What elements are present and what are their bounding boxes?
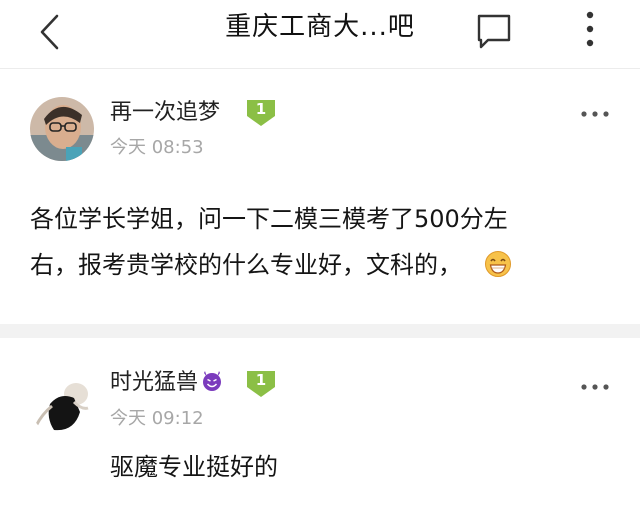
smiling-devil-emoji-icon	[203, 371, 222, 391]
more-options-button[interactable]	[570, 8, 610, 50]
post-content: 驱魔专业挺好的	[110, 453, 278, 481]
page-title: 重庆工商大...吧	[225, 12, 415, 42]
username-text: 时光猛兽	[110, 370, 199, 395]
grinning-face-emoji-icon	[484, 251, 511, 277]
level-badge: 1	[244, 97, 278, 127]
avatar[interactable]	[30, 97, 94, 161]
horizontal-dots-icon	[581, 384, 609, 390]
post-divider	[0, 324, 640, 338]
post-more-button[interactable]	[580, 378, 610, 390]
user-avatar-image	[30, 372, 94, 436]
comment-icon	[477, 14, 511, 49]
post-more-button[interactable]	[580, 105, 610, 117]
username[interactable]: 再一次追梦	[110, 99, 220, 127]
post-item: 再一次追梦 1 今天 08:53 各位学长学姐，问一下二模三模考了500分左 右…	[0, 69, 640, 324]
post-content: 各位学长学姐，问一下二模三模考了500分左 右，报考贵学校的什么专业好，文科的，	[30, 196, 620, 288]
user-avatar-image	[30, 97, 94, 161]
level-badge: 1	[244, 368, 278, 398]
post-content-line: 右，报考贵学校的什么专业好，文科的，	[30, 242, 620, 288]
reply-button[interactable]	[474, 10, 514, 50]
level-number: 1	[255, 371, 267, 389]
vertical-dots-icon	[586, 11, 594, 47]
top-bar: 重庆工商大...吧	[0, 0, 640, 69]
horizontal-dots-icon	[581, 111, 609, 117]
post-content-line: 各位学长学姐，问一下二模三模考了500分左	[30, 205, 508, 233]
post-content-text: 右，报考贵学校的什么专业好，文科的，	[30, 251, 462, 279]
post-item: 时光猛兽 1 今天 09:12 驱魔专业挺好的	[0, 338, 640, 513]
post-time: 今天 09:12	[110, 408, 204, 429]
username[interactable]: 时光猛兽	[110, 368, 224, 397]
avatar[interactable]	[30, 372, 94, 436]
post-time: 今天 08:53	[110, 137, 204, 158]
level-number: 1	[255, 100, 267, 118]
